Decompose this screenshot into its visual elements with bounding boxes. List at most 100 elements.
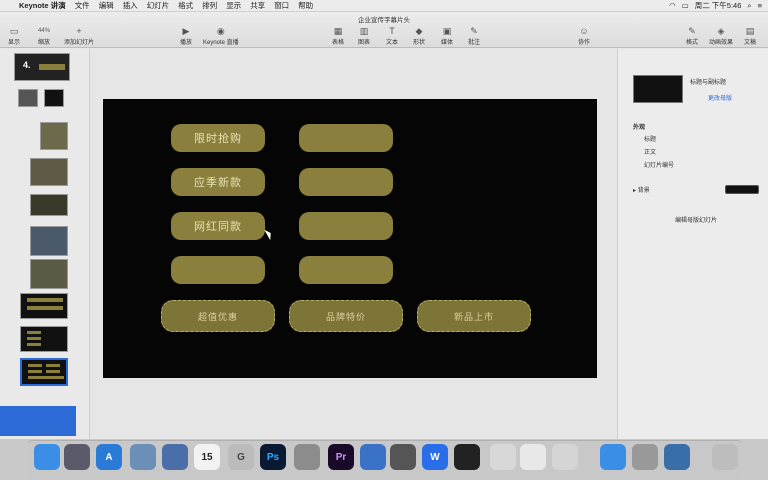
- toolbar-text-button[interactable]: T 文本: [386, 26, 398, 46]
- toolbar-zoom-button[interactable]: 44% 缩放: [38, 26, 50, 46]
- toolbar-shape-button[interactable]: ◆ 形状: [413, 26, 425, 46]
- slide-button-value-deal[interactable]: 超值优惠: [161, 300, 275, 332]
- slide-navigator: 4.: [0, 49, 90, 439]
- comment-icon: ✎: [470, 26, 478, 36]
- slide-thumbnail[interactable]: [44, 89, 64, 107]
- slide-button-influencer[interactable]: 网红同款: [171, 212, 265, 240]
- dock-launchpad-icon[interactable]: [64, 444, 90, 470]
- slide-thumbnail[interactable]: [20, 293, 68, 319]
- background-heading[interactable]: ▸ 背景: [633, 185, 650, 194]
- change-master-button[interactable]: 更改母版: [708, 93, 732, 102]
- slide-button-new-season[interactable]: 应季新款: [171, 168, 265, 196]
- slide-button-blank[interactable]: [299, 124, 393, 152]
- slide-button-brand-sale[interactable]: 品牌特价: [289, 300, 403, 332]
- dock-app-store-icon[interactable]: A: [96, 444, 122, 470]
- selected-slide-highlight: [0, 406, 76, 436]
- appearance-heading: 外观: [633, 125, 646, 131]
- shape-icon: ◆: [415, 26, 423, 36]
- media-icon: ▣: [442, 26, 452, 36]
- dock-premiere-icon[interactable]: Pr: [328, 444, 354, 470]
- toolbar-media-button[interactable]: ▣ 媒体: [441, 26, 453, 46]
- slide-number-checkbox[interactable]: 幻灯片编号: [644, 160, 674, 169]
- slide-thumbnail[interactable]: [40, 122, 68, 150]
- toolbar-document-button[interactable]: ▤ 文稿: [744, 26, 756, 46]
- wifi-icon[interactable]: ◠: [669, 1, 676, 10]
- menu-format[interactable]: 格式: [178, 0, 193, 11]
- dock-search-icon[interactable]: [664, 444, 690, 470]
- toolbar-collaborate-button[interactable]: ☺ 协作: [578, 26, 590, 46]
- slide-thumbnail-selected[interactable]: [20, 358, 68, 386]
- toolbar-comment-button[interactable]: ✎ 批注: [468, 26, 480, 46]
- chart-icon: ▥: [359, 26, 369, 36]
- slide-button-blank[interactable]: [299, 168, 393, 196]
- view-icon: ▭: [9, 26, 19, 36]
- slide-thumbnail[interactable]: 4.: [14, 53, 70, 81]
- slide-thumbnail[interactable]: [30, 194, 68, 216]
- menu-share[interactable]: 共享: [250, 0, 265, 11]
- search-icon[interactable]: ⌕: [747, 1, 751, 11]
- toolbar-view-button[interactable]: ▭ 显示: [8, 26, 20, 46]
- menu-slide[interactable]: 幻灯片: [147, 0, 170, 11]
- dock-finder-icon[interactable]: [34, 444, 60, 470]
- dock-calendar-icon[interactable]: 15: [194, 444, 220, 470]
- master-thumbnail[interactable]: [633, 75, 683, 103]
- menu-help[interactable]: 帮助: [298, 0, 313, 11]
- toolbar-animate-button[interactable]: ◈ 动画效果: [709, 26, 733, 46]
- animate-icon: ◈: [717, 26, 725, 36]
- menu-app-name[interactable]: Keynote 讲演: [19, 0, 66, 11]
- dock-wps-icon[interactable]: W: [422, 444, 448, 470]
- toolbar-add-slide-button[interactable]: + 添加幻灯片: [64, 26, 94, 46]
- slide-thumbnail[interactable]: [18, 89, 38, 107]
- edit-master-button[interactable]: 编辑母版幻灯片: [675, 215, 717, 224]
- title-checkbox[interactable]: 标题: [644, 134, 656, 143]
- menu-view[interactable]: 显示: [226, 0, 241, 11]
- menu-window[interactable]: 窗口: [274, 0, 289, 11]
- add-slide-icon: +: [76, 26, 82, 36]
- zoom-value: 44%: [38, 28, 51, 34]
- dock-disk-icon[interactable]: [632, 444, 658, 470]
- dock-sheep-icon[interactable]: [490, 444, 516, 470]
- slide-thumbnail[interactable]: [30, 226, 68, 256]
- inspector-panel: 标题与副标题 更改母版 外观 标题 正文 幻灯片编号 ▸ 背景 编辑母版幻灯片: [617, 49, 768, 439]
- dock-notes-icon[interactable]: [520, 444, 546, 470]
- menu-edit[interactable]: 编辑: [99, 0, 114, 11]
- dock-trash-icon[interactable]: [712, 444, 738, 470]
- dock-cloud-icon[interactable]: [600, 444, 626, 470]
- dock-qq-icon[interactable]: [454, 444, 480, 470]
- slide-button-blank[interactable]: [171, 256, 265, 284]
- toolbar-play-button[interactable]: ▶ 播放: [180, 26, 192, 46]
- slide-button-new-arrival[interactable]: 新品上市: [417, 300, 531, 332]
- dock-preview-icon[interactable]: [130, 444, 156, 470]
- battery-icon[interactable]: ▭: [682, 1, 689, 10]
- slide-thumbnail[interactable]: [30, 158, 68, 186]
- body-checkbox[interactable]: 正文: [644, 147, 656, 156]
- menu-clock[interactable]: 周二 下午5:46: [695, 0, 742, 11]
- toolbar-chart-button[interactable]: ▥ 图表: [358, 26, 370, 46]
- menu-list-icon[interactable]: ≡: [758, 1, 762, 10]
- slide-thumbnail[interactable]: [30, 259, 68, 289]
- menu-file[interactable]: 文件: [75, 0, 90, 11]
- slide-button-flash-sale[interactable]: 限时抢购: [171, 124, 265, 152]
- slide-canvas[interactable]: 限时抢购 应季新款 网红同款 超值优惠 品牌特价 新品上市: [103, 99, 597, 378]
- table-icon: ▦: [333, 26, 343, 36]
- dock-settings-icon[interactable]: [294, 444, 320, 470]
- text-icon: T: [389, 26, 395, 36]
- document-title: 企业宣传字幕片头: [358, 17, 410, 24]
- slide-button-blank[interactable]: [299, 256, 393, 284]
- layout-name: 标题与副标题: [690, 80, 727, 86]
- toolbar-table-button[interactable]: ▦ 表格: [332, 26, 344, 46]
- menu-arrange[interactable]: 排列: [202, 0, 217, 11]
- menu-insert[interactable]: 插入: [123, 0, 138, 11]
- dock-photoshop-icon[interactable]: Ps: [260, 444, 286, 470]
- dock-monitor-icon[interactable]: [552, 444, 578, 470]
- dock-camera-icon[interactable]: [390, 444, 416, 470]
- dock-keynote-icon[interactable]: [360, 444, 386, 470]
- dock-refresh-icon[interactable]: G: [228, 444, 254, 470]
- slide-thumbnail[interactable]: [20, 326, 68, 352]
- toolbar-format-button[interactable]: ✎ 格式: [686, 26, 698, 46]
- document-icon: ▤: [745, 26, 755, 36]
- toolbar-keynote-live-button[interactable]: ◉ Keynote 直播: [203, 26, 239, 46]
- dock-tools-icon[interactable]: [162, 444, 188, 470]
- slide-button-blank[interactable]: [299, 212, 393, 240]
- background-color-well[interactable]: [725, 185, 759, 194]
